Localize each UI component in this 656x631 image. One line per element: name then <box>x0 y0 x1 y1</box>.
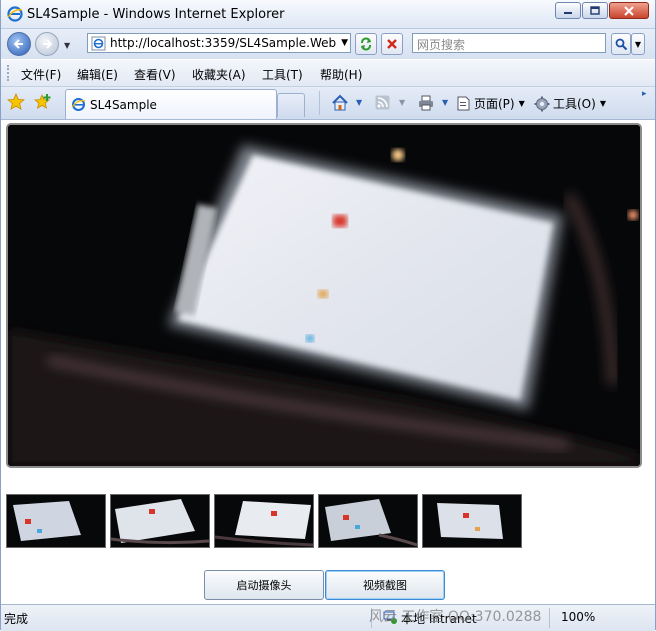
feeds-dropdown-icon[interactable]: ▼ <box>399 98 405 107</box>
title-bar: SL4Sample - Windows Internet Explorer <box>1 0 655 29</box>
close-icon <box>624 5 634 16</box>
back-arrow-icon <box>13 39 23 49</box>
chevron-down-icon: ▼ <box>634 39 642 49</box>
menu-file[interactable]: 文件(F) <box>21 66 61 83</box>
browser-window: SL4Sample - Windows Internet Explorer ▼ <box>0 0 656 631</box>
page-menu-label: 页面(P) <box>474 97 515 111</box>
tab-bar: SL4Sample ▼ ▼ ▼ 页面(P) ▼ 工具(O) ▼ ▸ <box>1 87 655 120</box>
back-button[interactable] <box>7 32 31 56</box>
forward-arrow-icon <box>43 39 53 49</box>
new-tab-button[interactable] <box>277 93 305 117</box>
feeds-icon[interactable] <box>375 95 390 113</box>
page-icon <box>91 36 106 54</box>
home-dropdown-icon[interactable]: ▼ <box>356 98 362 107</box>
gear-icon <box>534 96 550 111</box>
ie-logo-icon <box>7 6 23 25</box>
chevron-down-icon: ▼ <box>599 99 606 108</box>
thumbnail-strip <box>6 494 526 548</box>
snapshot-thumbnail[interactable] <box>318 494 418 548</box>
stop-icon <box>387 39 397 49</box>
favorites-star-icon[interactable] <box>6 92 26 114</box>
page-icon <box>457 96 470 111</box>
search-input[interactable]: 网页搜索 <box>412 33 606 53</box>
maximize-button[interactable] <box>582 2 608 19</box>
video-display <box>6 123 642 468</box>
menu-view[interactable]: 查看(V) <box>134 66 176 83</box>
address-field[interactable]: http://localhost:3359/SL4Sample.Web/Sl ▼ <box>87 33 351 53</box>
status-divider <box>549 608 550 628</box>
toolbar-grip <box>7 65 12 81</box>
refresh-icon <box>361 37 371 51</box>
page-menu-button[interactable]: 页面(P) ▼ <box>456 95 525 112</box>
watermark-text: 风云 工作室 QQ:370.0288 <box>369 609 542 625</box>
snapshot-thumbnail[interactable] <box>214 494 314 548</box>
search-button[interactable] <box>611 33 631 55</box>
tools-menu-label: 工具(O) <box>553 97 596 111</box>
chevron-right-icon[interactable]: ▸ <box>642 89 647 99</box>
history-dropdown-icon[interactable]: ▼ <box>64 41 70 50</box>
action-buttons: 启动摄像头 视频截图 <box>204 570 446 600</box>
home-icon[interactable] <box>331 94 349 115</box>
address-url[interactable]: http://localhost:3359/SL4Sample.Web/Sl <box>110 36 336 50</box>
menu-edit[interactable]: 编辑(E) <box>77 66 118 83</box>
menu-help[interactable]: 帮助(H) <box>320 66 362 83</box>
window-title: SL4Sample - Windows Internet Explorer <box>27 7 285 22</box>
menu-bar: 文件(F) 编辑(E) 查看(V) 收藏夹(A) 工具(T) 帮助(H) <box>1 60 655 87</box>
maximize-icon <box>590 6 600 15</box>
snapshot-thumbnail[interactable] <box>6 494 106 548</box>
search-icon <box>615 38 627 50</box>
menu-tools[interactable]: 工具(T) <box>262 66 303 83</box>
camera-frame-image <box>8 125 640 466</box>
snapshot-thumbnail[interactable] <box>422 494 522 548</box>
page-content: 启动摄像头 视频截图 <box>2 120 654 604</box>
tools-menu-button[interactable]: 工具(O) ▼ <box>534 95 606 112</box>
address-dropdown-icon[interactable]: ▼ <box>341 38 348 48</box>
stop-button[interactable] <box>381 33 403 55</box>
add-favorite-icon[interactable] <box>33 93 52 114</box>
status-bar: 完成 本地 Intranet 100% <box>1 604 655 631</box>
ie-page-icon <box>71 97 86 115</box>
address-toolbar: ▼ http://localhost:3359/SL4Sample.Web/Sl… <box>1 29 655 59</box>
capture-snapshot-button[interactable]: 视频截图 <box>325 570 445 600</box>
search-options-button[interactable]: ▼ <box>631 33 645 55</box>
forward-button[interactable] <box>35 32 59 56</box>
snapshot-thumbnail[interactable] <box>110 494 210 548</box>
toolbar-separator <box>319 91 320 115</box>
caption-buttons <box>554 2 649 19</box>
start-camera-button[interactable]: 启动摄像头 <box>204 570 324 600</box>
print-dropdown-icon[interactable]: ▼ <box>442 98 448 107</box>
tab-sl4sample[interactable]: SL4Sample <box>65 89 277 119</box>
refresh-button[interactable] <box>355 33 377 55</box>
printer-icon[interactable] <box>417 94 435 115</box>
close-button[interactable] <box>609 2 649 19</box>
minimize-icon <box>564 11 572 14</box>
tab-label: SL4Sample <box>90 98 157 112</box>
minimize-button[interactable] <box>555 2 581 19</box>
status-text: 完成 <box>4 612 29 626</box>
chevron-down-icon: ▼ <box>518 99 525 108</box>
zoom-level[interactable]: 100% <box>561 610 595 624</box>
menu-favorites[interactable]: 收藏夹(A) <box>192 66 246 83</box>
